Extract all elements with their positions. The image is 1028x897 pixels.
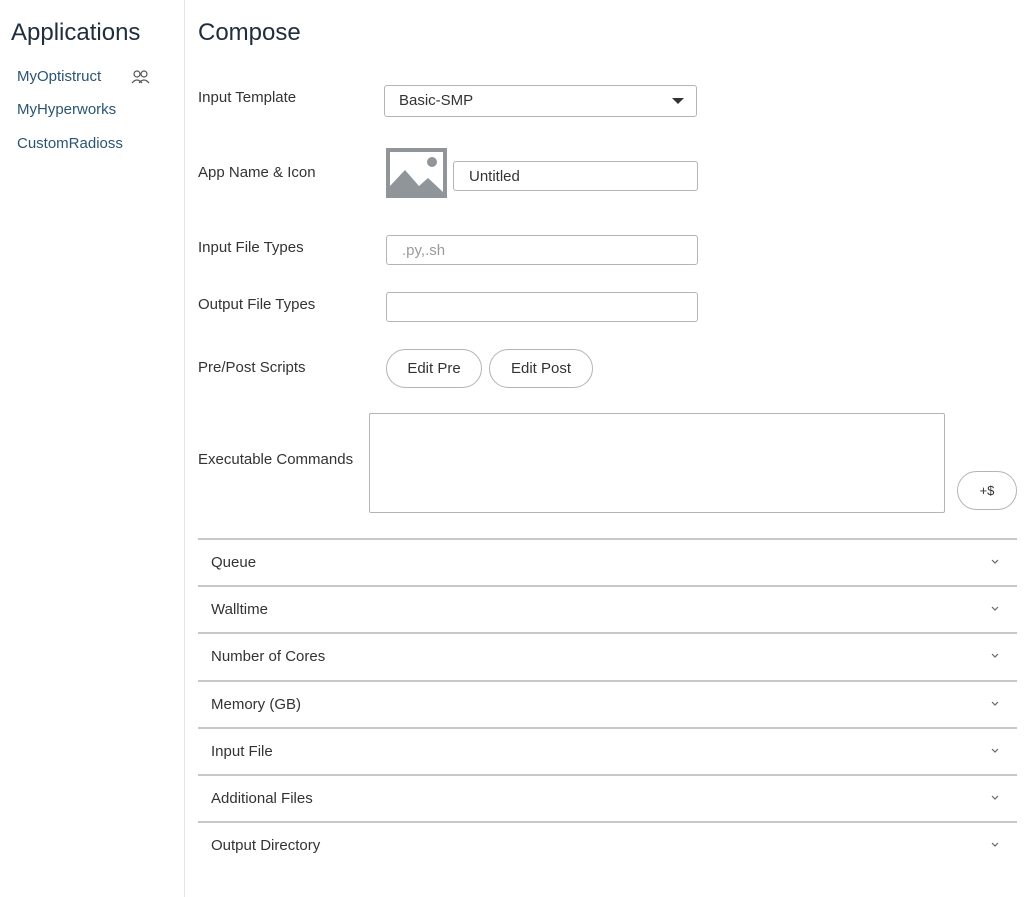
sidebar-item-label: MyHyperworks <box>17 101 117 118</box>
sidebar-title: Applications <box>11 19 141 46</box>
sidebar-item-myoptistruct[interactable]: MyOptistruct <box>17 68 150 85</box>
input-template-label: Input Template <box>198 89 297 106</box>
accordion-label: Queue <box>211 554 257 571</box>
app-name-input[interactable] <box>453 161 698 191</box>
chevron-down-icon <box>991 653 999 658</box>
page-title: Compose <box>198 19 301 46</box>
accordion-label: Memory (GB) <box>211 696 301 713</box>
caret-down-icon <box>672 98 684 104</box>
accordion-output-directory[interactable]: Output Directory <box>198 821 1017 868</box>
input-file-types-input[interactable] <box>386 235 698 265</box>
pre-post-scripts-label: Pre/Post Scripts <box>198 359 306 376</box>
shared-users-icon <box>131 70 150 84</box>
input-template-select[interactable]: Basic-SMP <box>384 85 697 117</box>
edit-pre-button[interactable]: Edit Pre <box>386 349 482 388</box>
input-file-types-label: Input File Types <box>198 239 304 256</box>
accordion-queue[interactable]: Queue <box>198 538 1017 585</box>
accordion-walltime[interactable]: Walltime <box>198 585 1017 632</box>
sidebar-item-customradioss[interactable]: CustomRadioss <box>17 135 123 152</box>
input-template-value: Basic-SMP <box>399 92 474 109</box>
add-variable-button[interactable]: +$ <box>957 471 1017 510</box>
accordion-additional-files[interactable]: Additional Files <box>198 774 1017 821</box>
accordion-label: Additional Files <box>211 790 313 807</box>
accordion-label: Input File <box>211 743 273 760</box>
chevron-down-icon <box>991 795 999 800</box>
applications-sidebar: Applications MyOptistruct MyHyperworks C… <box>0 0 185 897</box>
accordion-label: Number of Cores <box>211 648 326 665</box>
executable-commands-label: Executable Commands <box>198 451 354 468</box>
accordion-number-of-cores[interactable]: Number of Cores <box>198 632 1017 679</box>
edit-post-button[interactable]: Edit Post <box>489 349 593 388</box>
executable-commands-textarea[interactable] <box>369 413 945 513</box>
chevron-down-icon <box>991 842 999 847</box>
accordion-input-file[interactable]: Input File <box>198 727 1017 774</box>
chevron-down-icon <box>991 606 999 611</box>
chevron-down-icon <box>991 701 999 706</box>
image-placeholder-icon[interactable] <box>386 148 447 198</box>
accordion-label: Walltime <box>211 601 268 618</box>
output-file-types-label: Output File Types <box>198 296 316 313</box>
chevron-down-icon <box>991 559 999 564</box>
sidebar-item-label: CustomRadioss <box>17 135 123 152</box>
chevron-down-icon <box>991 748 999 753</box>
sidebar-item-myhyperworks[interactable]: MyHyperworks <box>17 101 116 118</box>
accordion-memory[interactable]: Memory (GB) <box>198 680 1017 727</box>
accordion-label: Output Directory <box>211 837 321 854</box>
app-name-label: App Name & Icon <box>198 164 316 181</box>
sidebar-item-label: MyOptistruct <box>17 68 102 85</box>
output-file-types-input[interactable] <box>386 292 698 322</box>
